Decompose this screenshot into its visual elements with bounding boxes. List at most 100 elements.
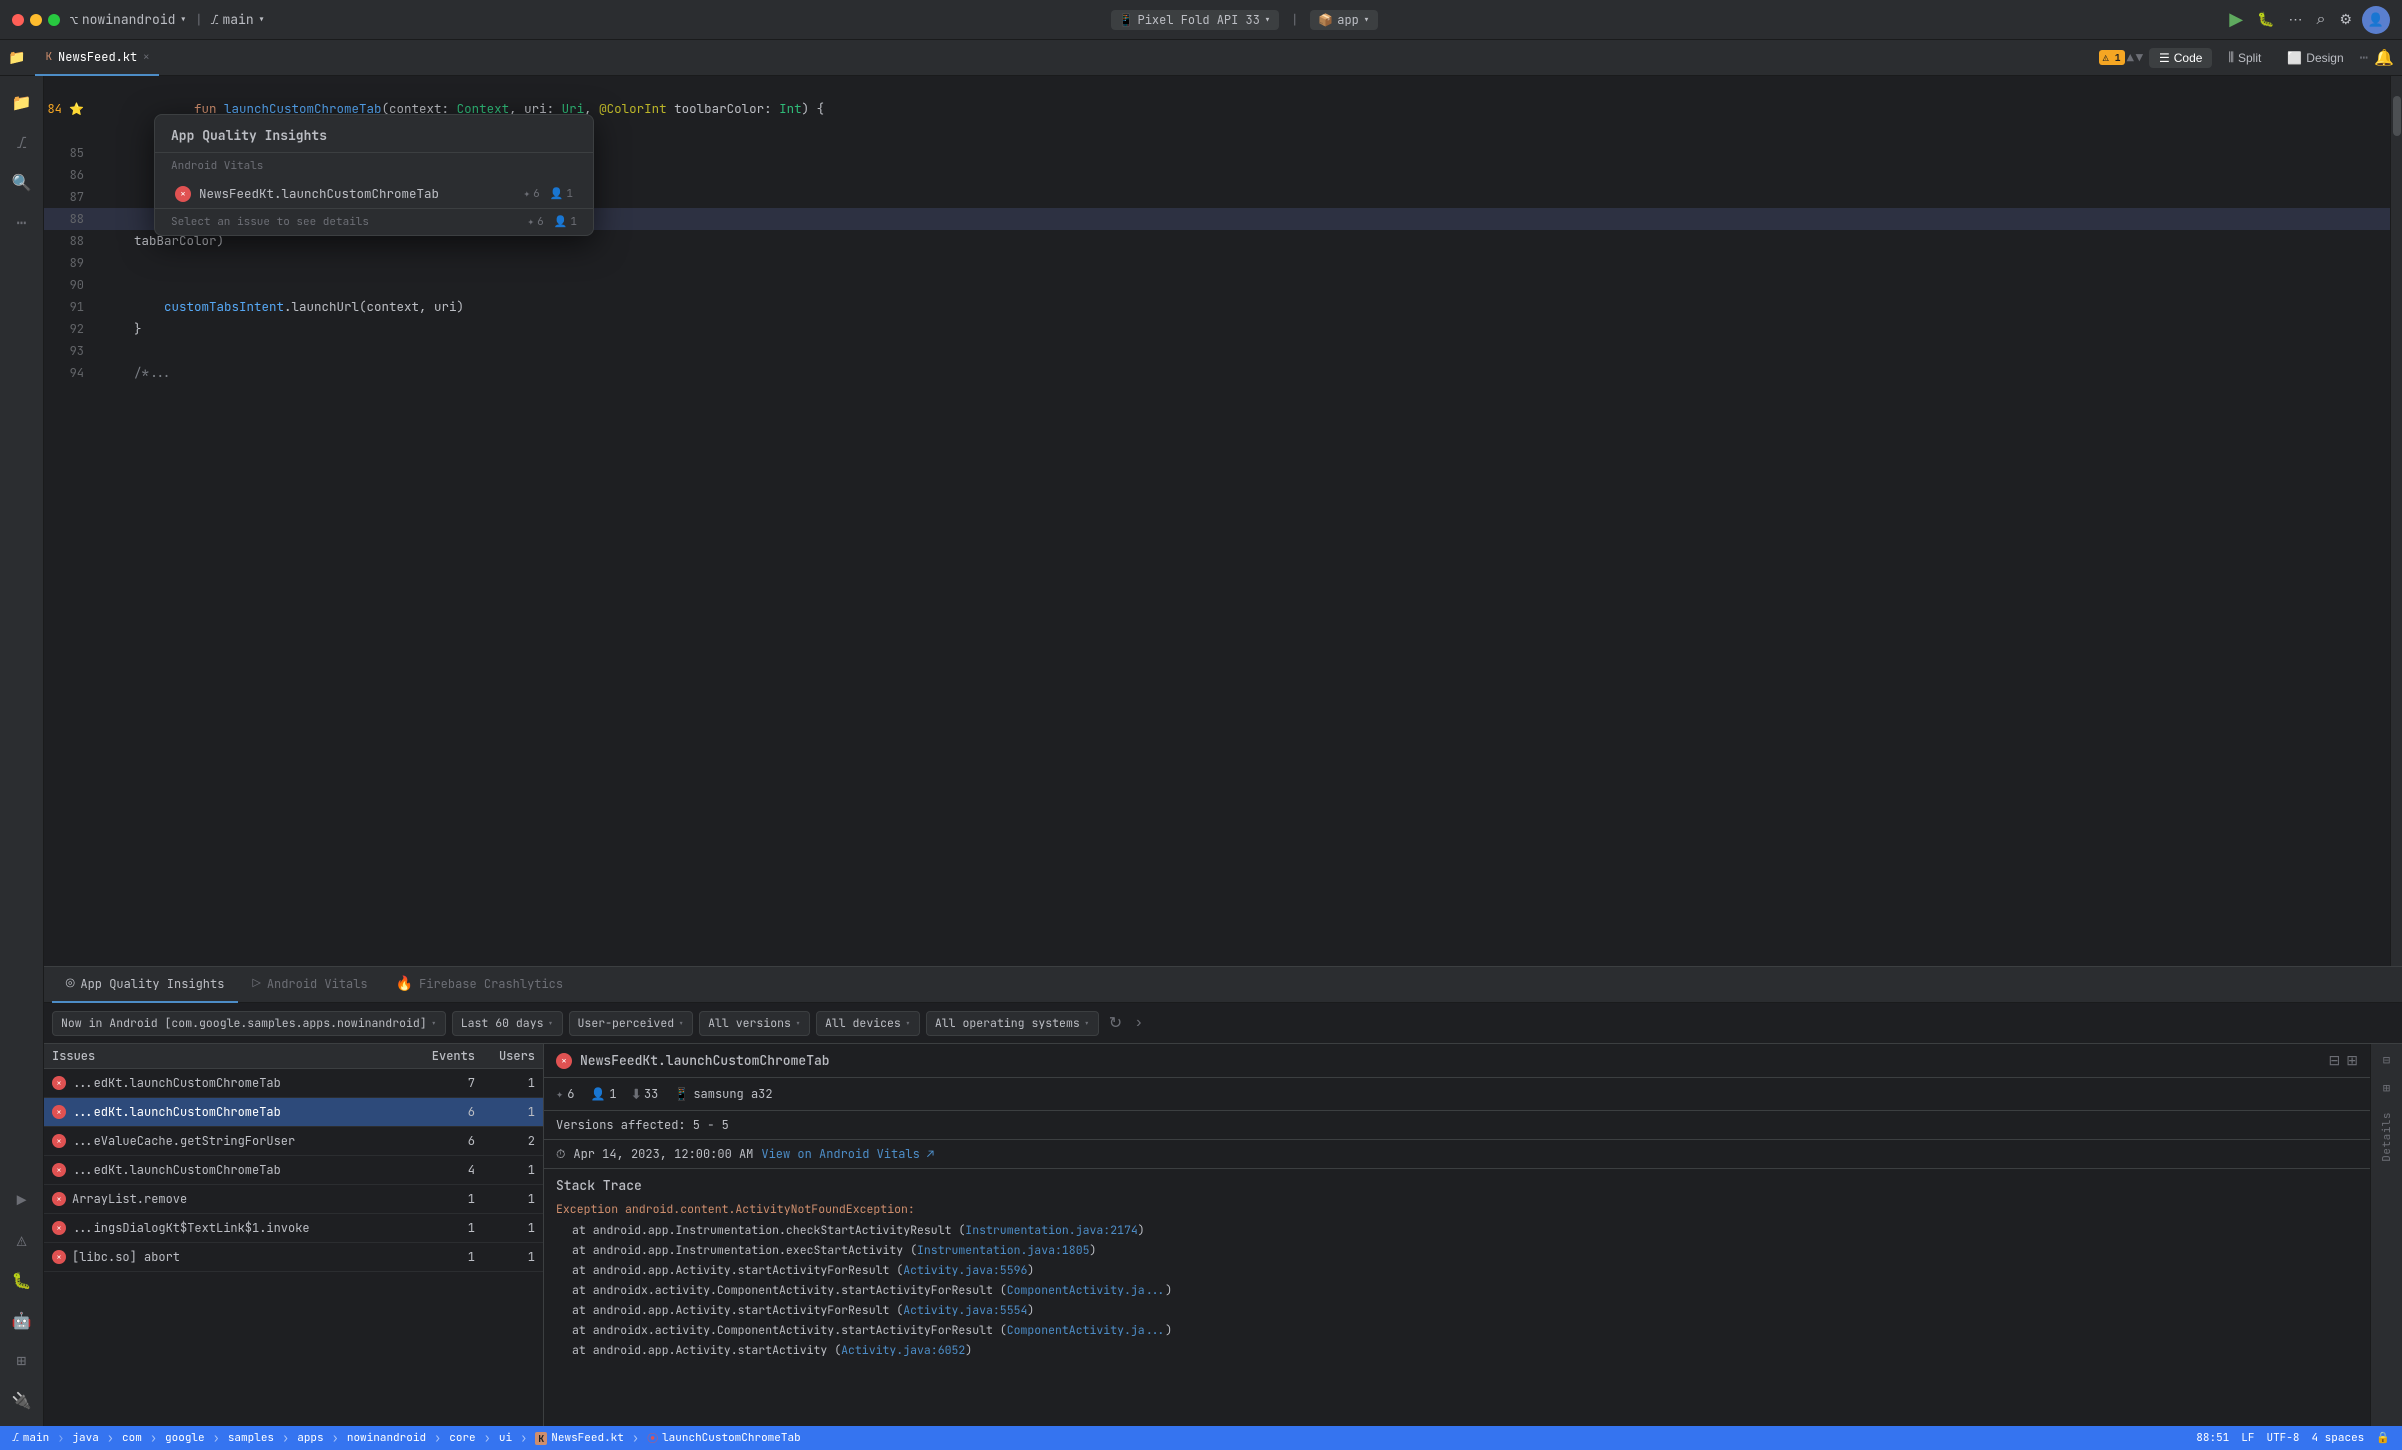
sidebar-item-android[interactable]: 🤖 [4,1302,40,1338]
folder-icon[interactable]: 📁 [8,49,25,67]
sidebar-item-run[interactable]: ▶ [4,1182,40,1218]
indent-setting[interactable]: 4 spaces [2311,1431,2364,1445]
main-layout: 📁 ⎇ 🔍 ⋯ ▶ ⚠ 🐛 🤖 ⊞ 🔌 84 ⭐ fun launchCusto… [0,76,2402,1426]
scrollbar-thumb[interactable] [2393,96,2401,136]
sidebar-item-more[interactable]: ⋯ [4,204,40,240]
issue-row-0[interactable]: × ...edKt.launchCustomChromeTab 7 1 [44,1069,543,1098]
debug-button[interactable]: 🐛 [2253,7,2278,32]
branch-selector[interactable]: ⎇ main ▾ [210,11,265,28]
devices-filter[interactable]: All devices ▾ [816,1011,920,1036]
sidebar-item-bug[interactable]: 🐛 [4,1262,40,1298]
run-target-selector[interactable]: 📦 app ▾ [1310,10,1378,30]
metric-filter-arrow: ▾ [678,1017,684,1030]
breadcrumb-apps[interactable]: apps [297,1431,323,1445]
versions-filter[interactable]: All versions ▾ [699,1011,810,1036]
tab-menu-icon[interactable]: ⋯ [2360,49,2368,67]
tab-close-icon[interactable]: ✕ [143,50,149,63]
stack-link-5[interactable]: ComponentActivity.ja... [1007,1323,1166,1338]
stack-link-1[interactable]: Instrumentation.java:1805 [917,1243,1090,1258]
code-line-90: 90 [44,274,2402,296]
sidebar-item-plugins[interactable]: 🔌 [4,1382,40,1418]
sidebar-item-terminal[interactable]: ⊞ [4,1342,40,1378]
project-filter[interactable]: Now in Android [com.google.samples.apps.… [52,1011,446,1036]
stack-link-4[interactable]: Activity.java:5554 [903,1303,1027,1318]
breadcrumb-ui[interactable]: ui [499,1431,512,1445]
split-view-button[interactable]: ⫼ Split [2218,47,2271,68]
tab-android-vitals[interactable]: ▷ Android Vitals [238,967,381,1003]
issue-row-1[interactable]: × ...edKt.launchCustomChromeTab 6 1 [44,1098,543,1127]
detail-stack[interactable]: Exception android.content.ActivityNotFou… [544,1198,2370,1426]
close-button[interactable] [12,14,24,26]
code-editor[interactable]: 84 ⭐ fun launchCustomChromeTab(context: … [44,76,2402,966]
stack-link-0[interactable]: Instrumentation.java:2174 [965,1223,1138,1238]
detail-filter-button[interactable]: ⊟ [2329,1052,2341,1069]
encoding[interactable]: UTF-8 [2266,1431,2299,1445]
metric-filter[interactable]: User-perceived ▾ [569,1011,694,1036]
git-branch-status[interactable]: ⎇ main [12,1431,49,1445]
stack-link-6[interactable]: Activity.java:6052 [841,1343,965,1358]
issue-row-6[interactable]: × [libc.so] abort 1 1 [44,1243,543,1272]
panel-content: Issues Events Users × ...edKt.launchCust… [44,1044,2402,1426]
breadcrumb-method[interactable]: ⦿ launchCustomChromeTab [647,1430,801,1446]
users-icon: 👤 [590,1086,605,1102]
sidebar-item-git[interactable]: ⎇ [4,124,40,160]
git-push-icon[interactable]: 🔒 [2376,1431,2390,1445]
warning-nav-down[interactable]: ▼ [2136,50,2143,66]
period-filter[interactable]: Last 60 days ▾ [452,1011,563,1036]
app-quality-insights-popup: App Quality Insights Android Vitals × Ne… [154,114,594,236]
popup-section-label: Android Vitals [155,153,593,179]
stack-link-3[interactable]: ComponentActivity.ja... [1007,1283,1166,1298]
tab-firebase-crashlytics[interactable]: 🔥 Firebase Crashlytics [382,967,577,1003]
breadcrumb-google[interactable]: google [165,1431,205,1445]
issue-row-5[interactable]: × ...ingsDialogKt$TextLink$1.invoke 1 1 [44,1214,543,1243]
code-view-button[interactable]: ☰ Code [2149,48,2212,68]
search-everywhere-button[interactable]: ⌕ [2312,7,2329,33]
minimize-button[interactable] [30,14,42,26]
project-name[interactable]: ⌥ nowinandroid ▾ [70,11,187,28]
notifications-icon[interactable]: 🔔 [2374,47,2394,68]
sidebar-item-warning[interactable]: ⚠ [4,1222,40,1258]
tab-app-quality-insights[interactable]: ◎ App Quality Insights [52,967,238,1003]
issue-name-4: ArrayList.remove [72,1191,415,1207]
expand-button[interactable]: › [1132,1010,1145,1036]
line-ending[interactable]: LF [2241,1431,2254,1445]
popup-issue-row-1[interactable]: × NewsFeedKt.launchCustomChromeTab ✦ 6 👤… [159,179,589,208]
issue-users-2: 2 [475,1133,535,1149]
breadcrumb-samples[interactable]: samples [228,1431,274,1445]
maximize-button[interactable] [48,14,60,26]
settings-button[interactable]: ⚙ [2335,7,2356,32]
popup-stars-1: ✦ 6 [523,187,539,201]
table-icon[interactable]: ⊞ [2375,1076,2399,1100]
warning-nav-up[interactable]: ▲ [2127,50,2134,66]
more-run-options-button[interactable]: ⋯ [2284,7,2306,32]
issue-row-3[interactable]: × ...edKt.launchCustomChromeTab 4 1 [44,1156,543,1185]
design-view-button[interactable]: ⬜ Design [2277,48,2353,68]
popup-row-left-1: × NewsFeedKt.launchCustomChromeTab [175,185,439,202]
detail-grid-button[interactable]: ⊞ [2346,1052,2358,1069]
filter-icon[interactable]: ⊟ [2375,1048,2399,1072]
breadcrumb-nowinandroid[interactable]: nowinandroid [347,1431,426,1445]
stack-link-2[interactable]: Activity.java:5596 [903,1263,1027,1278]
issue-row-2[interactable]: × ...eValueCache.getStringForUser 6 2 [44,1127,543,1156]
breadcrumb-core[interactable]: core [449,1431,475,1445]
issue-row-4[interactable]: × ArrayList.remove 1 1 [44,1185,543,1214]
refresh-button[interactable]: ↻ [1105,1009,1126,1037]
run-button[interactable]: ▶ [2225,5,2247,34]
sidebar-item-find[interactable]: 🔍 [4,164,40,200]
breadcrumb-newsfeed[interactable]: K NewsFeed.kt [535,1431,624,1445]
vitals-link[interactable]: View on Android Vitals ↗ [761,1146,934,1162]
tab-newsfeed-kt[interactable]: K NewsFeed.kt ✕ [35,40,159,76]
line-number-88: 88 [44,211,96,227]
os-filter[interactable]: All operating systems ▾ [926,1011,1099,1036]
cursor-position[interactable]: 88:51 [2196,1431,2229,1445]
issue-error-icon-4: × [52,1192,66,1206]
user-avatar[interactable]: 👤 [2362,6,2390,34]
aqi-tab-icon: ◎ [66,975,74,993]
firebase-tab-icon: 🔥 [396,975,413,993]
device-selector[interactable]: 📱 Pixel Fold API 33 ▾ [1111,10,1280,30]
breadcrumb-java[interactable]: java [72,1431,98,1445]
line-number-88b: 88 [44,233,96,249]
editor-scrollbar[interactable] [2390,76,2402,966]
sidebar-item-project[interactable]: 📁 [4,84,40,120]
breadcrumb-com[interactable]: com [122,1431,142,1445]
